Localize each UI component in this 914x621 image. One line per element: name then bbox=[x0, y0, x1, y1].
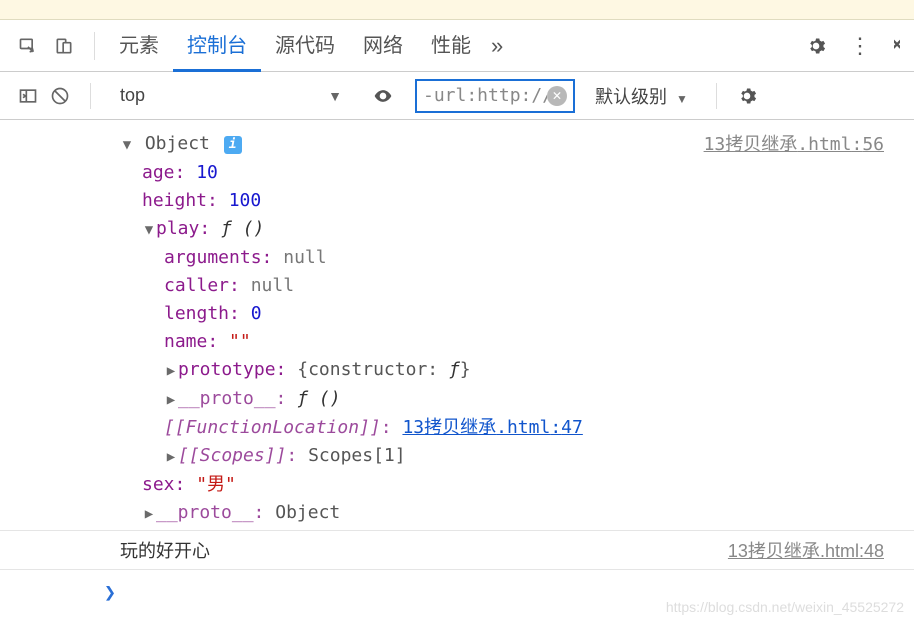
tab-console[interactable]: 控制台 bbox=[173, 20, 261, 72]
tab-performance[interactable]: 性能 bbox=[417, 20, 485, 72]
prop-age[interactable]: age: 10 bbox=[120, 159, 704, 187]
separator bbox=[716, 83, 717, 109]
tab-elements[interactable]: 元素 bbox=[105, 20, 173, 72]
prop-function-location[interactable]: [[FunctionLocation]]: 13拷贝继承.html:47 bbox=[120, 414, 704, 442]
prop-scopes[interactable]: [[Scopes]]: Scopes[1] bbox=[120, 442, 704, 471]
chevron-down-icon: ▼ bbox=[676, 92, 688, 106]
expand-arrow-icon[interactable] bbox=[142, 500, 156, 528]
expand-arrow-icon[interactable] bbox=[164, 357, 178, 385]
yellow-info-strip bbox=[0, 0, 914, 20]
source-link[interactable]: 13拷贝继承.html:47 bbox=[402, 417, 582, 438]
log-level-selector[interactable]: 默认级别 ▼ bbox=[587, 83, 696, 109]
log-row: 玩的好开心 13拷贝继承.html:48 bbox=[0, 530, 914, 569]
close-icon[interactable]: ✕ bbox=[894, 36, 900, 56]
prop-sex[interactable]: sex: "男" bbox=[120, 471, 704, 499]
expand-arrow-icon[interactable] bbox=[164, 443, 178, 471]
context-label: top bbox=[120, 85, 145, 106]
sidebar-toggle-icon[interactable] bbox=[18, 86, 38, 106]
live-expression-icon[interactable] bbox=[373, 86, 393, 106]
clear-filter-icon[interactable]: ✕ bbox=[547, 86, 567, 106]
filter-text: -url:http://adz bbox=[423, 85, 547, 106]
source-link[interactable]: 13拷贝继承.html:48 bbox=[728, 537, 884, 563]
prop-prototype[interactable]: prototype: {constructor: ƒ} bbox=[120, 356, 704, 385]
expand-arrow-icon[interactable] bbox=[120, 131, 134, 159]
device-toggle-icon[interactable] bbox=[54, 36, 74, 56]
prop-caller[interactable]: caller: null bbox=[120, 272, 704, 300]
prop-height[interactable]: height: 100 bbox=[120, 187, 704, 215]
console-settings-gear-icon[interactable] bbox=[737, 86, 757, 106]
prop-dunder-proto[interactable]: __proto__: ƒ () bbox=[120, 385, 704, 414]
console-toolbar: top ▼ -url:http://adz ✕ 默认级别 ▼ bbox=[0, 72, 914, 120]
watermark: https://blog.csdn.net/weixin_45525272 bbox=[666, 599, 904, 615]
prop-proto[interactable]: __proto__: Object bbox=[120, 499, 704, 528]
prop-play[interactable]: play: ƒ () bbox=[120, 215, 704, 244]
context-selector[interactable]: top ▼ bbox=[111, 80, 351, 112]
devtools-tabs: 元素 控制台 源代码 网络 性能 » ⋮ ✕ bbox=[0, 20, 914, 72]
prop-name[interactable]: name: "" bbox=[120, 328, 704, 356]
tab-sources[interactable]: 源代码 bbox=[261, 20, 349, 72]
console-output: Object i age: 10 height: 100 play: ƒ () … bbox=[0, 120, 914, 614]
settings-gear-icon[interactable] bbox=[806, 36, 826, 56]
source-link[interactable]: 13拷贝继承.html:56 bbox=[704, 130, 914, 528]
prop-length[interactable]: length: 0 bbox=[120, 300, 704, 328]
prop-arguments[interactable]: arguments: null bbox=[120, 244, 704, 272]
clear-console-icon[interactable] bbox=[50, 86, 70, 106]
kebab-menu-icon[interactable]: ⋮ bbox=[850, 36, 870, 56]
tabs-overflow-icon[interactable]: » bbox=[491, 33, 503, 59]
inspect-icon[interactable] bbox=[18, 36, 38, 56]
separator bbox=[90, 83, 91, 109]
tab-network[interactable]: 网络 bbox=[349, 20, 417, 72]
info-icon[interactable]: i bbox=[224, 136, 242, 154]
separator bbox=[94, 32, 95, 60]
expand-arrow-icon[interactable] bbox=[164, 386, 178, 414]
object-root[interactable]: Object i bbox=[120, 130, 704, 159]
chevron-down-icon: ▼ bbox=[328, 88, 342, 104]
log-message: 玩的好开心 bbox=[120, 537, 728, 563]
expand-arrow-icon[interactable] bbox=[142, 216, 156, 244]
filter-input[interactable]: -url:http://adz ✕ bbox=[415, 79, 575, 113]
